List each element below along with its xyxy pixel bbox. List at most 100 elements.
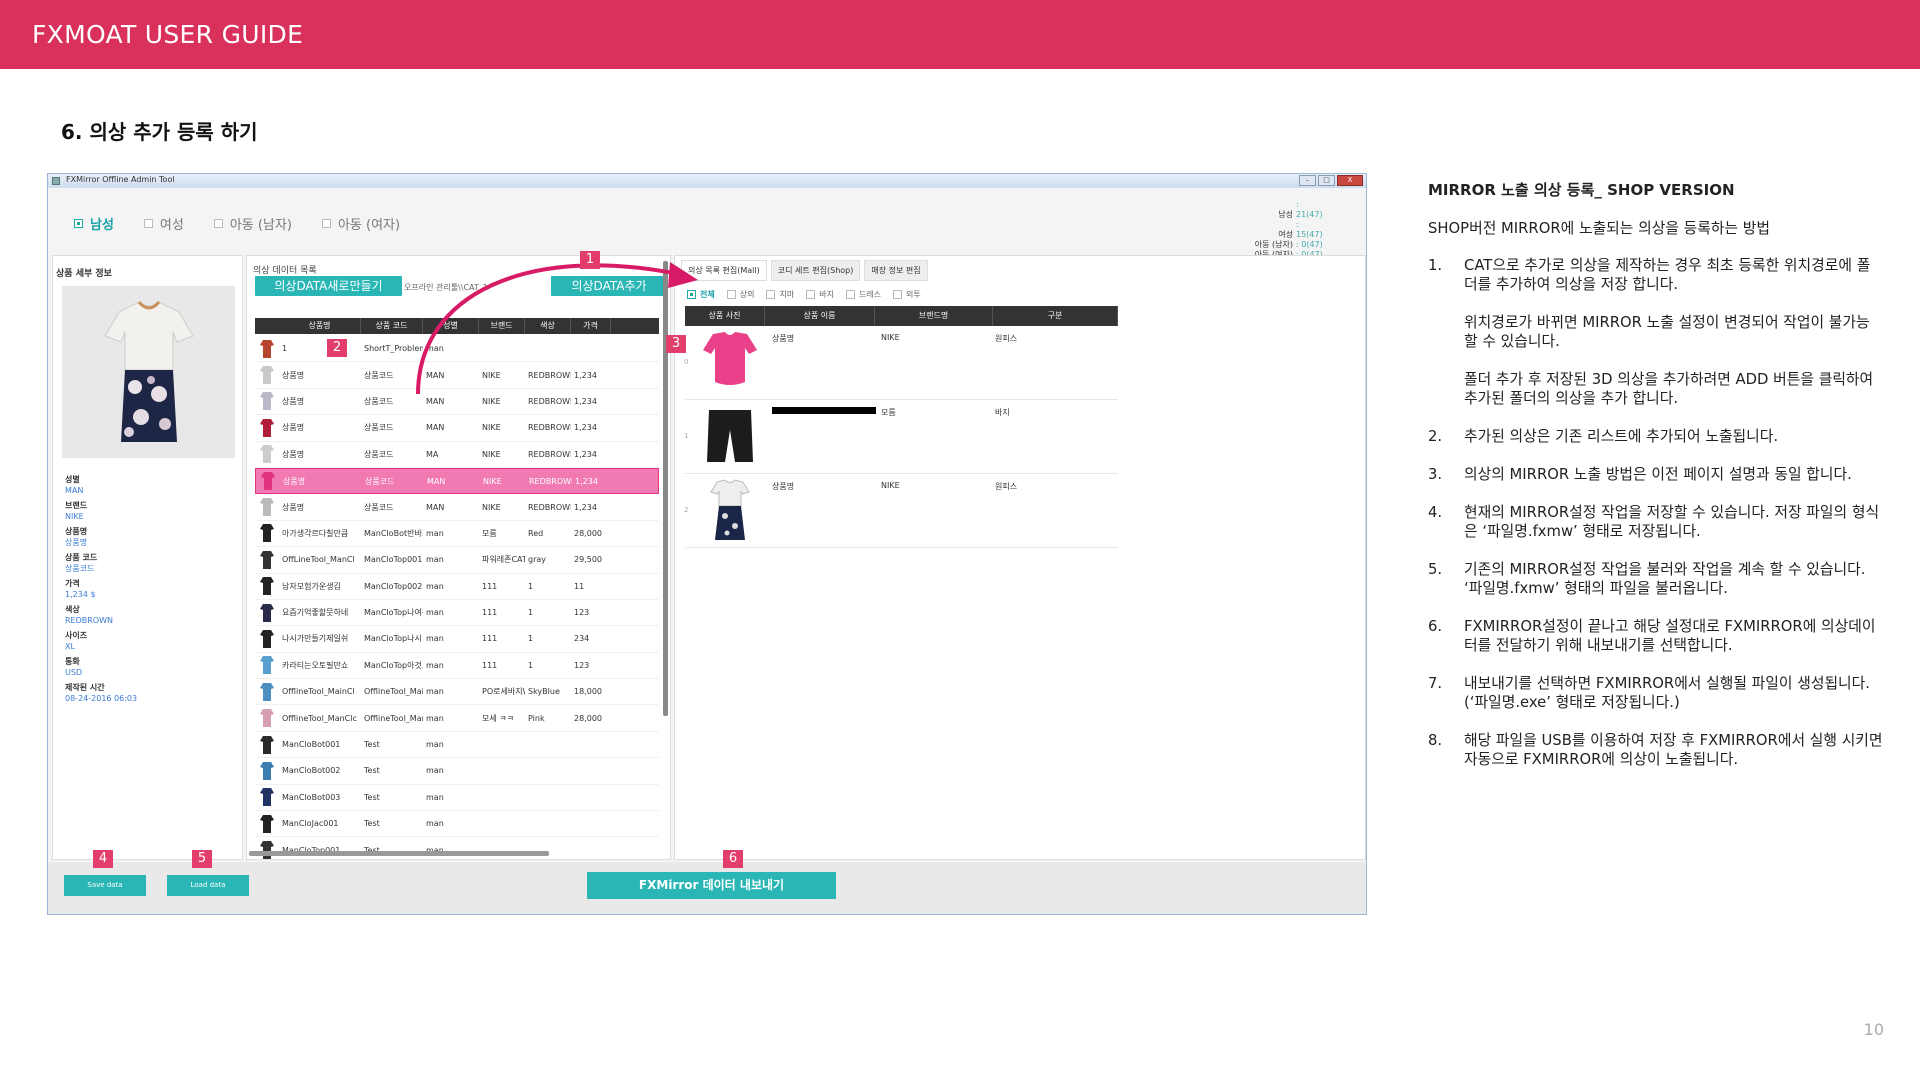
cell-price: 11: [574, 581, 585, 591]
category-label: 바지: [819, 290, 834, 299]
checkbox[interactable]: [845, 290, 855, 299]
cell-brand: 111: [482, 581, 498, 591]
cell-color: REDBROWN: [528, 502, 571, 512]
cell-gender: man: [426, 581, 444, 591]
column-header[interactable]: 브랜드명: [875, 306, 993, 326]
checkbox[interactable]: [766, 290, 776, 299]
table-row[interactable]: 상품명 상품코드 MAN NIKE REDBROWN1,234: [255, 467, 659, 495]
new-data-button[interactable]: 의상DATA새로만들기: [255, 276, 402, 296]
list-rows: 1ShortT_Problem_teman상품명상품코드MANNIKEREDBR…: [255, 336, 659, 864]
garment-thumbnail-icon: [257, 444, 277, 464]
cell-price: 18,000: [574, 687, 602, 697]
table-row[interactable]: OfflineTool_MainClOfflineTool_MainClmanP…: [255, 679, 659, 706]
table-row[interactable]: ManCloBot001 Test man: [255, 732, 659, 759]
step-paragraph: 내보내기를 선택하면 FXMIRROR에서 실행될 파일이 생성됩니다. (‘파…: [1464, 675, 1870, 711]
cell-code: ManCloTop아것도?: [364, 660, 423, 670]
column-header[interactable]: 상품 이름: [765, 306, 875, 326]
checkbox[interactable]: [143, 219, 153, 228]
table-row[interactable]: OfflineTool_ManClcOfflineTool_ManClcman모…: [255, 705, 659, 732]
tab-2[interactable]: 코디 세트 편집(Shop): [770, 260, 861, 281]
cell-brand: 111: [482, 660, 498, 670]
guide-step: 8. 해당 파일을 USB를 이용하여 저장 후 FXMIRROR에서 실행 시키…: [1428, 731, 1883, 769]
cell-price: 28,000: [574, 528, 602, 538]
category-option[interactable]: 상의: [726, 289, 754, 300]
garment-photo: [699, 478, 761, 544]
horizontal-scrollbar[interactable]: [249, 851, 549, 856]
page-number: 10: [1863, 1020, 1884, 1039]
gender-option[interactable]: 아동 (남자): [213, 214, 292, 233]
table-row[interactable]: 상품명 상품코드 MAN NIKE REDBROWN1,234: [255, 415, 659, 442]
table-row[interactable]: ManCloBot003 Test man: [255, 785, 659, 812]
step-text: CAT으로 추가로 의상을 제작하는 경우 최초 등록한 위치경로에 폴더를 추…: [1464, 256, 1883, 408]
cell-price: 29,500: [574, 555, 602, 565]
checkbox[interactable]: [213, 219, 223, 228]
maximize-button[interactable]: □: [1318, 175, 1335, 186]
cell-brand: NIKE: [482, 502, 501, 512]
step-number: 3.: [1428, 466, 1443, 483]
checkbox[interactable]: [321, 219, 331, 228]
gender-option-label: 아동 (여자): [337, 218, 401, 233]
cell-name: ManCloBot001: [282, 740, 341, 750]
category-option[interactable]: 드레스: [845, 289, 881, 300]
detail-panel-title: 상품 세부 정보: [56, 269, 112, 279]
minimize-button[interactable]: –: [1299, 175, 1316, 186]
category-option[interactable]: 외투: [893, 289, 921, 300]
cell-brand: PO로세바지W: [482, 687, 525, 697]
table-row[interactable]: 상품명 상품코드 MA NIKE REDBROWN1,234: [255, 442, 659, 468]
cell-name: 상품명: [282, 502, 305, 512]
table-row[interactable]: 상품명 상품코드 MAN NIKE REDBROWN1,234: [255, 494, 659, 521]
table-row[interactable]: 아가생각르다칠만큼 ManCloBot반바지 man 모름 Red 28,000: [255, 521, 659, 548]
checkbox[interactable]: [893, 290, 903, 299]
cell-price: 123: [574, 660, 590, 670]
detail-fields: 성별 MAN 브랜드 NIKE 상품명 상품명 상품 코드 상품코드 가격 1,234 $ 색상 RE…: [65, 474, 137, 708]
step-text: 현재의 MIRROR설정 작업을 저장할 수 있습니다. 저장 파일의 형식은 …: [1464, 503, 1883, 541]
gender-option[interactable]: 아동 (여자): [321, 214, 401, 233]
tab-3[interactable]: 매장 정보 편집: [864, 260, 928, 281]
marker-5: 5: [192, 850, 212, 868]
gender-counts: 남성: 21(47)여성: 15(47)아동 (남자): 0(47)아동 (여자…: [1255, 200, 1324, 260]
marker-4: 4: [93, 850, 113, 868]
guide-step: 1. CAT으로 추가로 의상을 제작하는 경우 최초 등록한 위치경로에 폴더를…: [1428, 256, 1883, 408]
category-option[interactable]: 치마: [766, 289, 794, 300]
cell-gender: man: [426, 766, 444, 776]
column-header[interactable]: 상품명: [279, 318, 361, 334]
shop-header: 상품 사진 상품 이름 브랜드명 구분: [685, 306, 1118, 326]
checkbox[interactable]: [726, 290, 736, 299]
table-row[interactable]: 카라티는오토필만쇼ManCloTop아것도?man1111123: [255, 653, 659, 680]
row-index: 1: [684, 432, 689, 440]
cell-color: Red: [528, 528, 544, 538]
category-option[interactable]: 바지: [806, 289, 834, 300]
step-text: FXMIRROR설정이 끝나고 해당 설정대로 FXMIRROR에 의상데이터를…: [1464, 617, 1883, 655]
marker-2: 2: [327, 339, 347, 357]
cell-code: 상품코드: [364, 449, 394, 459]
product-photo: [62, 286, 235, 458]
save-data-button[interactable]: Save data: [64, 875, 146, 896]
shop-row[interactable]: 2 상품명 NIKE 원피스: [684, 476, 1118, 548]
field-value: 08-24-2016 06:03: [65, 694, 138, 703]
load-data-button[interactable]: Load data: [167, 875, 249, 896]
shop-cell-name: 상품명: [772, 334, 795, 343]
gender-option[interactable]: 남성: [74, 214, 114, 233]
checkbox[interactable]: [74, 219, 83, 228]
step-text: 내보내기를 선택하면 FXMIRROR에서 실행될 파일이 생성됩니다. (‘파…: [1464, 674, 1883, 712]
step-paragraph: 폴더 추가 후 저장된 3D 의상을 추가하려면 ADD 버튼을 클릭하여 추가…: [1464, 371, 1874, 407]
table-row[interactable]: ManCloBot002 Test man: [255, 758, 659, 785]
table-row[interactable]: ManCloJac001 Test man: [255, 811, 659, 838]
cell-color: 1: [528, 634, 534, 644]
close-button[interactable]: X: [1337, 175, 1363, 186]
gender-option[interactable]: 여성: [143, 214, 184, 233]
column-header[interactable]: 구분: [993, 306, 1118, 326]
export-button[interactable]: FXMirror 데이터 내보내기: [587, 872, 836, 899]
table-row[interactable]: 남자모험가운생김 ManCloTop002 man 111 1 11: [255, 574, 659, 600]
checkbox[interactable]: [806, 290, 816, 299]
shop-row[interactable]: 1 모름 바지: [684, 402, 1118, 474]
cell-name: 아가생각르다칠만큼: [282, 528, 349, 538]
table-row[interactable]: OffLineTool_ManCl ManCloTop001man 파워레존CATS…: [255, 547, 659, 574]
cell-name: 1: [282, 344, 288, 354]
window-title: FXMirror Offline Admin Tool: [66, 175, 175, 184]
table-row[interactable]: 나시가만들기제일쉬 ManCloTop나시 man 111 1 234: [255, 626, 659, 653]
table-row[interactable]: 요즘기억좋할뭇하네ManCloTop나여진?man1111123: [255, 600, 659, 627]
shop-row[interactable]: 0 상품명 NIKE 원피스: [684, 328, 1118, 400]
cell-gender: man: [426, 713, 444, 723]
guide-step: 7. 내보내기를 선택하면 FXMIRROR에서 실행될 파일이 생성됩니다. (…: [1428, 674, 1883, 712]
